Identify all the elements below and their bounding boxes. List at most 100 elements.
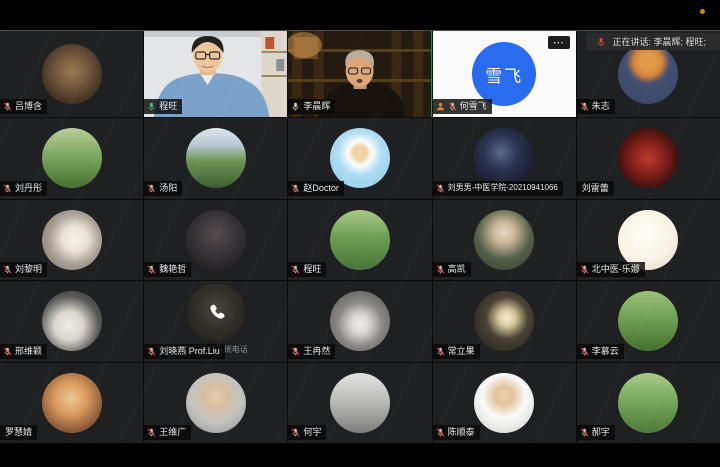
participant-tile[interactable]: 吕博含 [0,31,143,117]
participant-name-label: 赵Doctor [288,181,344,196]
participant-tile[interactable]: 刘雷蕾 [577,118,720,199]
participant-name: 刘丹彤 [15,184,42,193]
participant-name: 何雪飞 [460,102,487,111]
avatar [618,291,678,351]
muted-mic-icon [580,347,589,356]
muted-mic-icon [3,347,12,356]
participant-name: 邢维颖 [15,347,42,356]
avatar [330,373,390,433]
avatar [42,44,102,104]
participant-tile[interactable]: 北中医-乐娜 [577,200,720,281]
muted-mic-icon [580,265,589,274]
participant-tile[interactable]: 王维广 [144,363,287,444]
avatar [186,373,246,433]
avatar [474,373,534,433]
more-options-button[interactable]: ⋯ [548,36,570,49]
participant-tile[interactable]: 魏艳哲 [144,200,287,281]
speaking-mic-icon [596,37,606,47]
participant-tile[interactable]: 程旺 [144,31,287,117]
muted-mic-icon [3,265,12,274]
participant-name-label: 罗慧婧 [0,425,37,440]
muted-mic-icon [448,102,457,111]
participant-name: 陈顺泰 [448,428,475,437]
participant-tile[interactable]: 刘男男-中医学院-20210941066 [433,118,576,199]
muted-mic-icon [3,184,12,193]
participant-name-label: 程旺 [288,262,326,277]
avatar [42,291,102,351]
participant-name-label: 刘雷蕾 [577,181,614,196]
participant-name: 赵Doctor [303,184,339,193]
avatar [186,210,246,270]
participant-tile[interactable]: 常立果 [433,281,576,362]
participant-name: 刘晓燕 Prof.Liu [159,347,220,356]
avatar [42,373,102,433]
participant-tile[interactable]: 赵Doctor [288,118,431,199]
avatar-initials: 雪飞 [472,42,536,106]
avatar [330,210,390,270]
phone-avatar [187,283,245,341]
muted-mic-icon [291,265,300,274]
avatar [618,128,678,188]
participant-tile[interactable]: 罗慧婧 [0,363,143,444]
muted-mic-icon [3,102,12,111]
phone-icon [206,302,226,322]
participant-name-label: 王维广 [144,425,191,440]
participant-tile[interactable]: 高凯 [433,200,576,281]
participant-name: 李慕云 [592,347,619,356]
participant-name-label: 何雪飞 [433,99,492,114]
participant-name: 刘雷蕾 [582,184,609,193]
avatar [42,128,102,188]
participant-tile[interactable]: 刘丹彤 [0,118,143,199]
participant-tile[interactable]: ⋯ 雪飞 何雪飞 [433,31,576,117]
participant-tile[interactable]: 程旺 [288,200,431,281]
participant-name: 吕博含 [15,102,42,111]
participant-name-label: 何宇 [288,425,326,440]
avatar [618,210,678,270]
participant-name: 何宇 [303,428,321,437]
muted-mic-icon [580,102,589,111]
participant-name-label: 吕博含 [0,99,47,114]
muted-mic-icon [147,428,156,437]
participant-tile[interactable]: 刘黎明 [0,200,143,281]
muted-mic-icon [147,184,156,193]
participant-name-label: 高凯 [433,262,471,277]
muted-mic-icon [436,347,445,356]
participant-name: 罗慧婧 [5,428,32,437]
speaking-notice-toast: 正在讲话: 李晨辉; 程旺; [587,33,720,50]
participant-name-label: 刘黎明 [0,262,47,277]
participant-tile[interactable]: 王冉然 [288,281,431,362]
participant-name: 北中医-乐娜 [592,265,640,274]
participant-tile[interactable]: 邢维颖 [0,281,143,362]
participant-tile[interactable]: 汤阳 [144,118,287,199]
muted-mic-icon [436,184,445,193]
recording-indicator-dot [700,9,705,14]
participant-tile[interactable]: 李慕云 [577,281,720,362]
participant-name-label: 刘丹彤 [0,181,47,196]
participant-name: 王冉然 [303,347,330,356]
muted-mic-icon [147,347,156,356]
participant-name: 魏艳哲 [159,265,186,274]
participant-tile[interactable]: 何宇 [288,363,431,444]
active-mic-icon [291,102,300,111]
participant-name: 汤阳 [159,184,177,193]
participant-tile[interactable]: 李晨辉 [288,31,431,117]
participant-name-label: 刘男男-中医学院-20210941066 [433,181,563,196]
participant-name-label: 李慕云 [577,344,624,359]
avatar [618,44,678,104]
participant-name-label: 陈顺泰 [433,425,480,440]
participant-tile[interactable]: 陈顺泰 [433,363,576,444]
avatar [42,210,102,270]
participant-name: 王维广 [159,428,186,437]
muted-mic-icon [147,265,156,274]
avatar [186,128,246,188]
participant-name: 程旺 [159,102,177,111]
muted-mic-icon [291,184,300,193]
participant-name: 刘男男-中医学院-20210941066 [448,184,558,192]
avatar [618,373,678,433]
participant-tile[interactable]: 正在拨叫系统电话 刘晓燕 Prof.Liu [144,281,287,362]
meeting-window: 吕博含 程旺 [0,0,720,467]
participant-name: 高凯 [448,265,466,274]
participant-tile[interactable]: 郝宇 [577,363,720,444]
avatar [474,210,534,270]
participant-name-label: 常立果 [433,344,480,359]
